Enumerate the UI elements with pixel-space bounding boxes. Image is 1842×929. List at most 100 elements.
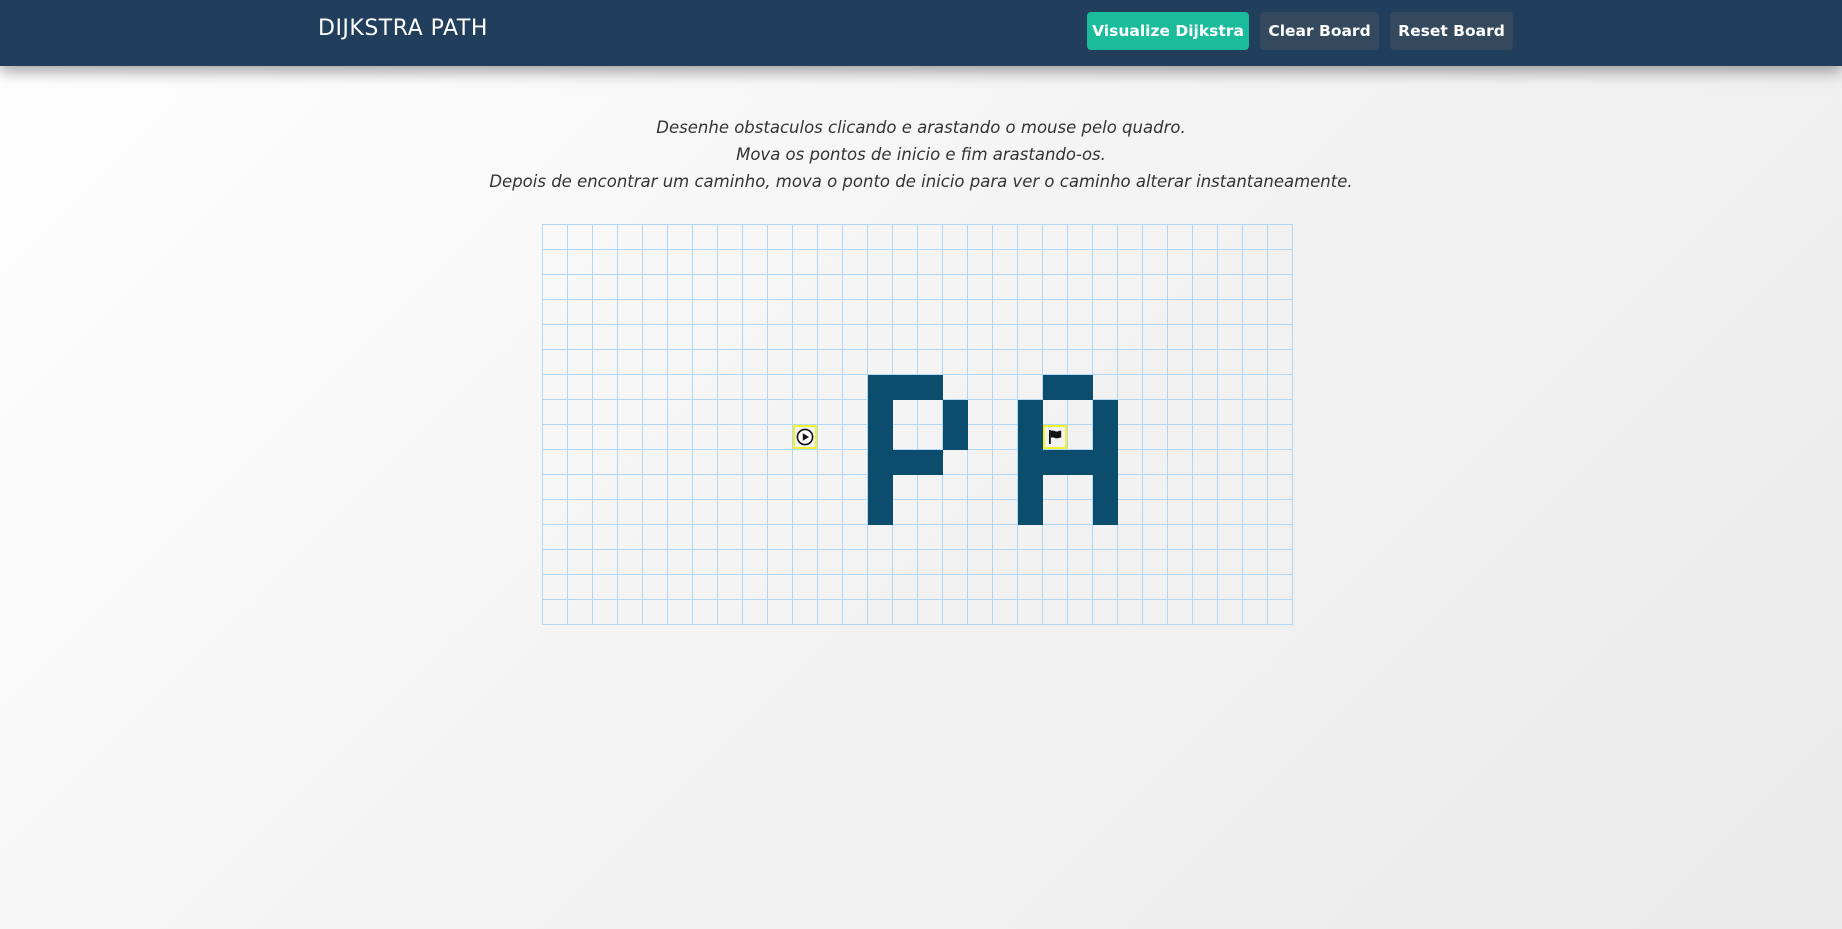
grid-cell[interactable] xyxy=(1168,575,1193,600)
grid-cell[interactable] xyxy=(918,325,943,350)
grid-cell[interactable] xyxy=(893,575,918,600)
grid-cell[interactable] xyxy=(693,600,718,625)
grid-cell[interactable] xyxy=(1243,325,1268,350)
grid-cell[interactable] xyxy=(1068,275,1093,300)
grid-cell[interactable] xyxy=(768,575,793,600)
grid-cell[interactable] xyxy=(1218,550,1243,575)
grid-cell[interactable] xyxy=(543,375,568,400)
grid-cell[interactable] xyxy=(1193,400,1218,425)
grid-cell[interactable] xyxy=(968,500,993,525)
grid-cell[interactable] xyxy=(643,300,668,325)
grid-cell[interactable] xyxy=(568,350,593,375)
grid-cell[interactable] xyxy=(568,475,593,500)
grid-cell[interactable] xyxy=(918,400,943,425)
grid-cell[interactable] xyxy=(568,250,593,275)
grid-cell[interactable] xyxy=(643,275,668,300)
grid-cell[interactable] xyxy=(593,525,618,550)
grid-cell[interactable] xyxy=(568,275,593,300)
grid-cell[interactable] xyxy=(718,350,743,375)
grid-cell[interactable] xyxy=(768,275,793,300)
wall-cell[interactable] xyxy=(1043,450,1068,475)
grid-cell[interactable] xyxy=(993,225,1018,250)
grid-cell[interactable] xyxy=(818,250,843,275)
grid-cell[interactable] xyxy=(1043,300,1068,325)
grid-cell[interactable] xyxy=(618,250,643,275)
grid-cell[interactable] xyxy=(1243,250,1268,275)
grid-cell[interactable] xyxy=(1193,475,1218,500)
grid-cell[interactable] xyxy=(718,575,743,600)
grid-cell[interactable] xyxy=(1118,275,1143,300)
grid-cell[interactable] xyxy=(793,500,818,525)
grid-cell[interactable] xyxy=(543,350,568,375)
grid-cell[interactable] xyxy=(843,400,868,425)
grid-cell[interactable] xyxy=(543,225,568,250)
grid-cell[interactable] xyxy=(543,475,568,500)
grid-cell[interactable] xyxy=(768,375,793,400)
grid-cell[interactable] xyxy=(718,500,743,525)
grid-cell[interactable] xyxy=(1218,500,1243,525)
grid-cell[interactable] xyxy=(1018,600,1043,625)
grid-cell[interactable] xyxy=(743,425,768,450)
grid-cell[interactable] xyxy=(543,600,568,625)
grid-cell[interactable] xyxy=(568,425,593,450)
grid-cell[interactable] xyxy=(893,250,918,275)
grid-cell[interactable] xyxy=(1243,375,1268,400)
grid-cell[interactable] xyxy=(743,575,768,600)
grid-cell[interactable] xyxy=(1218,375,1243,400)
grid-cell[interactable] xyxy=(1068,550,1093,575)
grid-cell[interactable] xyxy=(1093,275,1118,300)
grid-cell[interactable] xyxy=(1143,425,1168,450)
grid-cell[interactable] xyxy=(718,475,743,500)
grid-cell[interactable] xyxy=(643,450,668,475)
grid-cell[interactable] xyxy=(1043,275,1068,300)
grid-cell[interactable] xyxy=(818,525,843,550)
grid-cell[interactable] xyxy=(668,600,693,625)
grid-cell[interactable] xyxy=(693,425,718,450)
grid-cell[interactable] xyxy=(1168,425,1193,450)
grid-cell[interactable] xyxy=(793,550,818,575)
grid-cell[interactable] xyxy=(818,475,843,500)
grid-cell[interactable] xyxy=(843,250,868,275)
grid-cell[interactable] xyxy=(743,525,768,550)
grid-cell[interactable] xyxy=(1268,250,1293,275)
grid-cell[interactable] xyxy=(743,275,768,300)
grid-cell[interactable] xyxy=(868,300,893,325)
grid-cell[interactable] xyxy=(893,400,918,425)
grid-cell[interactable] xyxy=(1068,350,1093,375)
grid-cell[interactable] xyxy=(568,375,593,400)
grid-cell[interactable] xyxy=(818,300,843,325)
wall-cell[interactable] xyxy=(943,425,968,450)
grid-cell[interactable] xyxy=(1193,275,1218,300)
grid-cell[interactable] xyxy=(1218,350,1243,375)
grid-cell[interactable] xyxy=(843,550,868,575)
grid-cell[interactable] xyxy=(1268,350,1293,375)
grid-cell[interactable] xyxy=(993,575,1018,600)
grid-cell[interactable] xyxy=(1093,375,1118,400)
wall-cell[interactable] xyxy=(1018,400,1043,425)
grid-cell[interactable] xyxy=(643,350,668,375)
grid-cell[interactable] xyxy=(568,500,593,525)
grid-cell[interactable] xyxy=(1118,425,1143,450)
grid-cell[interactable] xyxy=(693,250,718,275)
grid-cell[interactable] xyxy=(1268,525,1293,550)
grid-cell[interactable] xyxy=(793,275,818,300)
grid-cell[interactable] xyxy=(1143,475,1168,500)
wall-cell[interactable] xyxy=(1018,500,1043,525)
wall-cell[interactable] xyxy=(918,375,943,400)
grid-cell[interactable] xyxy=(1218,225,1243,250)
grid-cell[interactable] xyxy=(643,575,668,600)
grid-cell[interactable] xyxy=(718,550,743,575)
grid-cell[interactable] xyxy=(918,500,943,525)
grid-cell[interactable] xyxy=(1093,300,1118,325)
grid-cell[interactable] xyxy=(993,275,1018,300)
brand-title[interactable]: DIJKSTRA PATH xyxy=(318,13,488,45)
grid-cell[interactable] xyxy=(1043,575,1068,600)
grid-cell[interactable] xyxy=(993,325,1018,350)
wall-cell[interactable] xyxy=(1018,475,1043,500)
grid-cell[interactable] xyxy=(943,575,968,600)
grid-cell[interactable] xyxy=(1193,250,1218,275)
grid-cell[interactable] xyxy=(893,325,918,350)
grid-cell[interactable] xyxy=(1193,575,1218,600)
grid-cell[interactable] xyxy=(1018,225,1043,250)
grid-cell[interactable] xyxy=(1068,250,1093,275)
